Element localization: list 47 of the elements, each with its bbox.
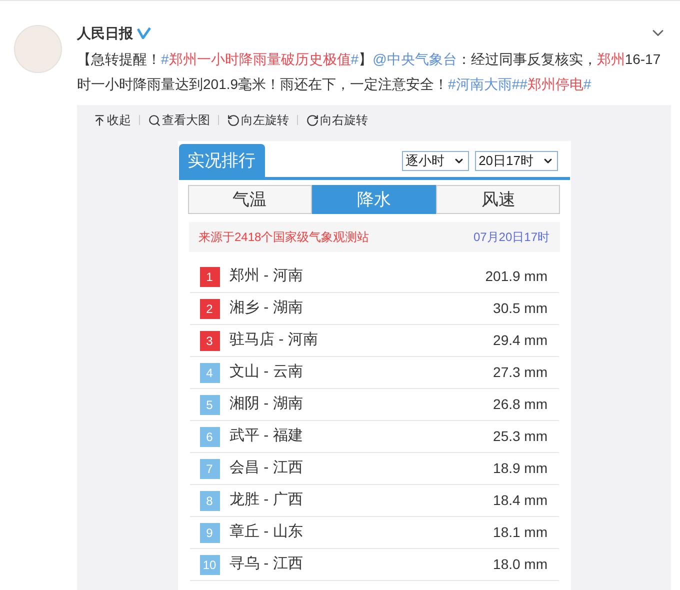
image-toolbar-button[interactable]: 向左旋转 [227, 111, 289, 129]
dropdown[interactable]: 逐小时 [402, 151, 469, 171]
rainfall-value: 201.9 mm [485, 267, 548, 286]
rainfall-value: 26.8 mm [493, 395, 548, 414]
station-name: 驻马店 - 河南 [230, 330, 318, 350]
image-toolbar-button[interactable]: 查看大图 [148, 111, 210, 129]
rank-badge: 1 [200, 266, 220, 286]
tab[interactable]: 风速 [436, 185, 560, 214]
rank-badge: 2 [200, 298, 220, 318]
rotate-right-icon [306, 114, 319, 126]
timestamp: 07月20日17时 [473, 229, 550, 246]
station-name: 章丘 - 山东 [230, 522, 303, 542]
dropdown[interactable]: 20日17时 [474, 151, 558, 171]
station-name: 湘乡 - 湖南 [230, 298, 303, 318]
rank-badge: 6 [200, 426, 220, 446]
rainfall-value: 18.1 mm [493, 523, 548, 542]
station-name: 湘阴 - 湖南 [230, 394, 303, 414]
rainfall-value: 29.4 mm [493, 331, 548, 350]
panel-title: 实况排行 [178, 144, 264, 177]
author-name[interactable]: 人民日报 [77, 22, 133, 44]
station-name: 郑州 - 河南 [230, 266, 303, 286]
image-toolbar-button[interactable]: 向右旋转 [306, 111, 368, 129]
rank-badge: 10 [200, 554, 220, 574]
rainfall-value: 27.3 mm [493, 363, 548, 382]
station-name: 寻乌 - 江西 [230, 554, 303, 574]
rainfall-value: 18.9 mm [493, 459, 548, 478]
rainfall-value: 30.5 mm [493, 299, 548, 318]
search-icon [148, 114, 161, 126]
rank-badge: 8 [200, 490, 220, 510]
rank-badge: 3 [200, 330, 220, 350]
rainfall-value: 18.4 mm [493, 491, 548, 510]
station-name: 龙胜 - 广西 [230, 490, 303, 510]
rank-badge: 4 [200, 362, 220, 382]
rainfall-value: 25.3 mm [493, 427, 548, 446]
image-toolbar-button[interactable]: 收起 [93, 111, 131, 129]
tab[interactable]: 气温 [188, 185, 312, 214]
rainfall-value: 18.0 mm [493, 555, 548, 574]
rank-badge: 7 [200, 458, 220, 478]
source-text: 来源于2418个国家级气象观测站 [198, 229, 370, 246]
station-name: 文山 - 云南 [230, 362, 303, 382]
station-name: 武平 - 福建 [230, 426, 303, 446]
rank-badge: 9 [200, 522, 220, 542]
collapse-icon [93, 114, 106, 126]
rank-badge: 5 [200, 394, 220, 414]
post-text: 【急转提醒！#郑州一小时降雨量破历史极值#】@中央气象台：经过同事反复核实，郑州16-17时一小时降雨量达到201.9毫米！雨还在下，一定注意安全！#河南大雨##郑州停电# [77, 50, 662, 94]
rotate-left-icon [227, 114, 240, 126]
station-name: 会昌 - 江西 [230, 458, 303, 478]
